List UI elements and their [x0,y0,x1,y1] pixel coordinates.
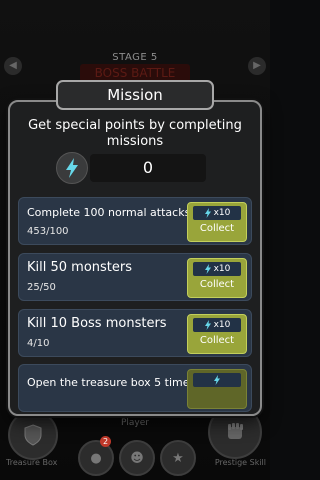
lightning-icon [204,208,211,218]
collect-label: Collect [199,279,235,290]
mission-progress: 25/50 [27,282,56,293]
reward-amount: x10 [193,206,241,220]
player-label: Player [120,418,149,428]
player-button[interactable]: ☻ [119,440,155,476]
star-icon: ★ [172,450,184,466]
mission-card: Kill 10 Boss monsters 4/10 x10 Collect [18,309,252,357]
mission-card: Kill 50 monsters 25/50 x10 Collect [18,253,252,301]
collect-button[interactable]: x10 Collect [187,314,247,354]
mission-title: Kill 50 monsters [27,260,133,275]
treasure-box-label: Treasure Box [6,458,58,467]
reward-count: x10 [213,320,231,330]
collect-label: Collect [199,223,235,234]
reward-amount: x10 [193,318,241,332]
reward-amount: x10 [193,262,241,276]
lightning-icon [204,264,211,274]
mission-progress: 453/100 [27,226,69,237]
reward-count: x10 [213,208,231,218]
prestige-skill-label: Prestige Skill [214,458,266,467]
mission-progress: 4/10 [27,338,50,349]
collect-button[interactable] [187,369,247,409]
lightning-icon [204,320,211,330]
mission-card: Complete 100 normal attacks 453/100 x10 … [18,197,252,245]
collect-button[interactable]: x10 Collect [187,202,247,242]
stage-label: STAGE 5 [112,52,158,63]
lightning-icon [214,375,220,385]
reward-amount [193,373,241,387]
collect-button[interactable]: x10 Collect [187,258,247,298]
special-points-value: 0 [90,154,206,182]
mission-card: Open the treasure box 5 times [18,364,252,412]
special-points-row: 0 [56,152,206,184]
mission-title: Complete 100 normal attacks [27,206,191,219]
mission-subtitle: Get special points by completing mission… [28,118,242,149]
dialog-title: Mission [56,80,214,110]
notification-badge: 2 [100,436,111,447]
lightning-icon [56,152,88,184]
favorites-button[interactable]: ★ [160,440,196,476]
person-icon: ☻ [130,450,144,466]
collect-label: Collect [199,335,235,346]
reward-count: x10 [213,264,231,274]
bag-icon: ● [90,450,102,466]
mission-title: Open the treasure box 5 times [27,376,196,389]
mission-title: Kill 10 Boss monsters [27,316,167,331]
